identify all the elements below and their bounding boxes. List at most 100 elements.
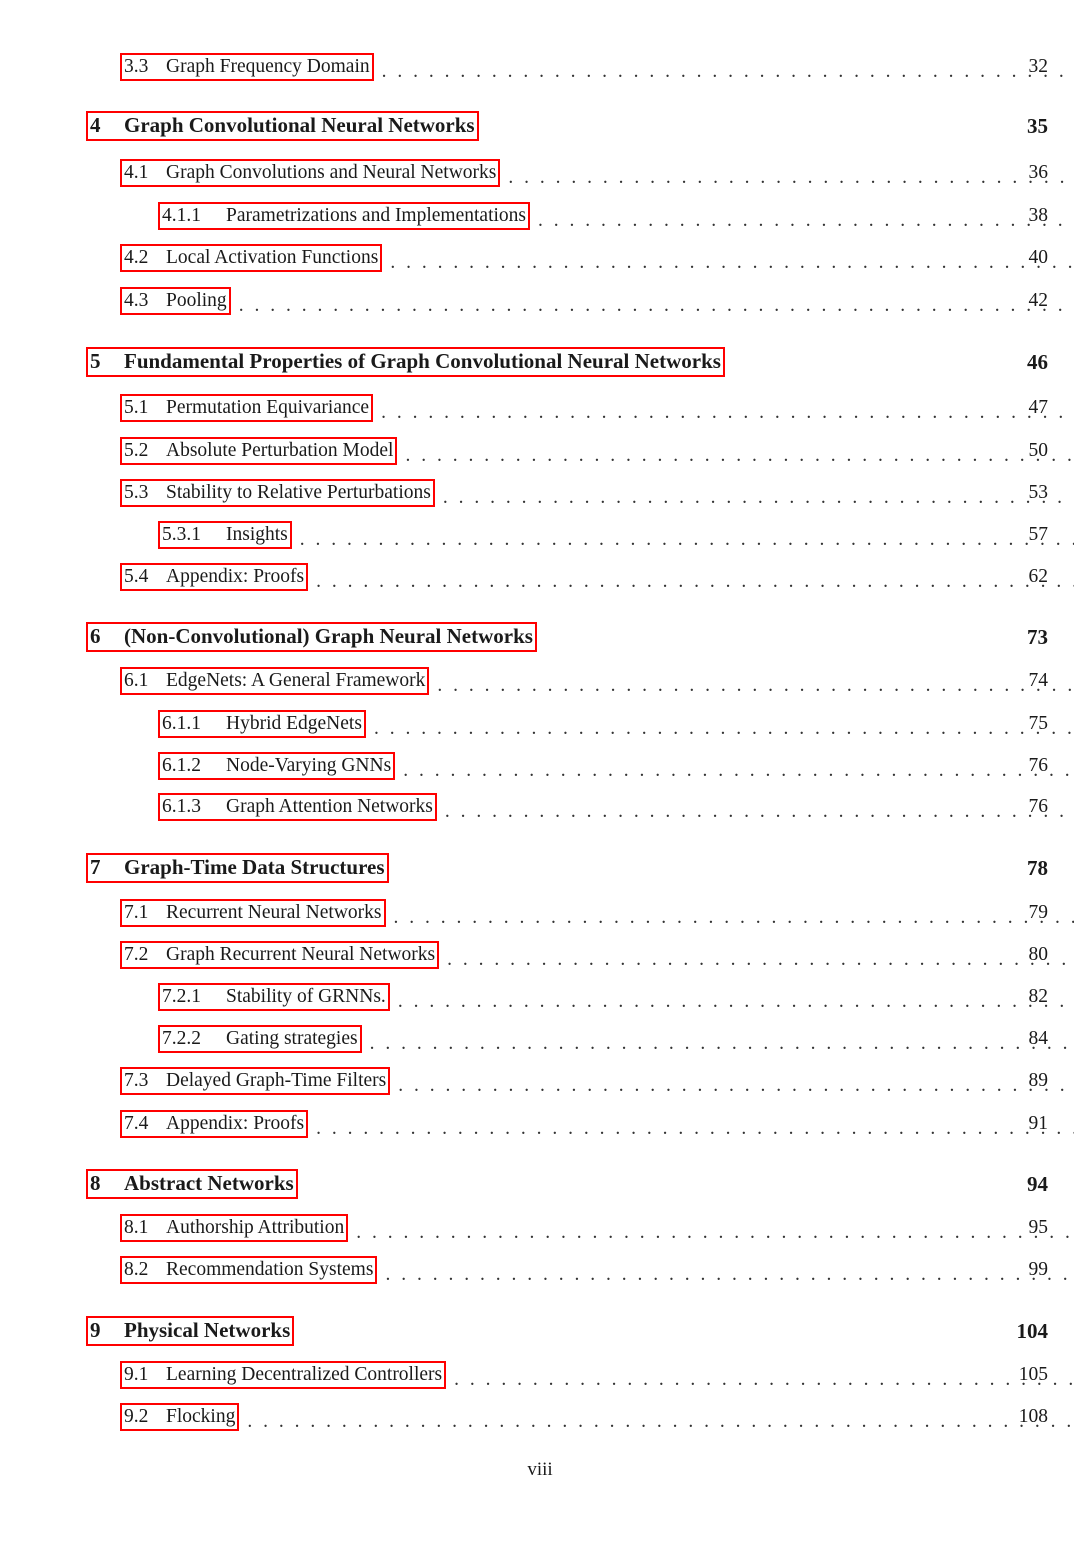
toc-entry-title: (Non-Convolutional) Graph Neural Network… <box>124 624 533 648</box>
toc-entry-title: Abstract Networks <box>124 1171 294 1195</box>
dot-leader <box>437 672 1074 698</box>
dot-leader <box>390 249 1074 275</box>
toc-entry-label-box[interactable]: 7.2 Graph Recurrent Neural Networks <box>120 940 440 970</box>
toc-entry-page-number: 95 <box>1028 1217 1049 1238</box>
toc-entry-6-1-3[interactable]: 6.1.3 Graph Attention Networks 76 <box>0 790 1080 824</box>
toc-entry-label-box[interactable]: 8 Abstract Networks <box>86 1169 298 1199</box>
toc-entry-label-box[interactable]: 6.1.3 Graph Attention Networks <box>158 792 437 822</box>
toc-entry-7-2-2[interactable]: 7.2.2 Gating strategies 84 <box>0 1022 1080 1056</box>
dot-leader <box>316 1115 1074 1141</box>
toc-entry-8-2[interactable]: 8.2 Recommendation Systems 99 <box>0 1253 1080 1287</box>
toc-entry-7-2[interactable]: 7.2 Graph Recurrent Neural Networks 80 <box>0 938 1080 972</box>
toc-entry-label-box[interactable]: 4.2 Local Activation Functions <box>120 243 383 273</box>
toc-entry-6-1[interactable]: 6.1 EdgeNets: A General Framework 74 <box>0 664 1080 698</box>
toc-entry-number: 3.3 <box>124 55 149 77</box>
toc-entry-label-box[interactable]: 7.3 Delayed Graph-Time Filters <box>120 1066 391 1096</box>
toc-entry-label-box[interactable]: 9.1 Learning Decentralized Controllers <box>120 1360 447 1390</box>
toc-entry-4-1-1[interactable]: 4.1.1 Parametrizations and Implementation… <box>0 199 1080 233</box>
toc-entry-number: 6.1.3 <box>162 795 201 817</box>
toc-entry-label-box[interactable]: 8.2 Recommendation Systems <box>120 1255 378 1285</box>
toc-entry-number: 8.1 <box>124 1216 149 1238</box>
toc-entry-label-box[interactable]: 7.4 Appendix: Proofs <box>120 1109 309 1139</box>
toc-entry-number: 6.1.2 <box>162 754 201 776</box>
toc-entry-label-box[interactable]: 4.3 Pooling <box>120 286 231 316</box>
toc-entry-label-box[interactable]: 6.1.1 Hybrid EdgeNets <box>158 709 366 739</box>
toc-entry-page-number: 32 <box>1028 56 1049 77</box>
toc-entry-label-box[interactable]: 9 Physical Networks <box>86 1316 295 1346</box>
toc-entry-7-3[interactable]: 7.3 Delayed Graph-Time Filters 89 <box>0 1064 1080 1098</box>
toc-entry-title: Learning Decentralized Controllers <box>166 1363 443 1385</box>
toc-entry-label-box[interactable]: 5.3 Stability to Relative Perturbations <box>120 478 435 508</box>
toc-entry-8[interactable]: 8 Abstract Networks 94 <box>0 1167 1080 1201</box>
toc-entry-label-box[interactable]: 7.2.2 Gating strategies <box>158 1024 362 1054</box>
toc-entry-title: Parametrizations and Implementations <box>226 204 526 226</box>
toc-entry-9-2[interactable]: 9.2 Flocking 108 <box>0 1400 1080 1434</box>
toc-entry-4-2[interactable]: 4.2 Local Activation Functions 40 <box>0 241 1080 275</box>
toc-entry-page-number: 79 <box>1028 902 1049 923</box>
toc-entry-8-1[interactable]: 8.1 Authorship Attribution 95 <box>0 1211 1080 1245</box>
toc-entry-number: 8 <box>90 1171 101 1195</box>
toc-entry-number: 4.2 <box>124 246 149 268</box>
toc-entry-9-1[interactable]: 9.1 Learning Decentralized Controllers 105 <box>0 1358 1080 1392</box>
toc-entry-7-4[interactable]: 7.4 Appendix: Proofs 91 <box>0 1107 1080 1141</box>
toc-entry-label-box[interactable]: 4 Graph Convolutional Neural Networks <box>86 111 479 141</box>
toc-entry-label-box[interactable]: 6.1 EdgeNets: A General Framework <box>120 666 430 696</box>
toc-entry-title: Absolute Perturbation Model <box>166 439 394 461</box>
toc-entry-9[interactable]: 9 Physical Networks 104 <box>0 1314 1080 1348</box>
dot-leader <box>381 399 1074 425</box>
dot-leader <box>394 904 1075 930</box>
toc-entry-number: 7.1 <box>124 901 149 923</box>
toc-entry-title: Stability to Relative Perturbations <box>166 481 431 503</box>
toc-entry-6[interactable]: 6 (Non-Convolutional) Graph Neural Networ… <box>0 620 1080 654</box>
toc-entry-page-number: 91 <box>1028 1113 1049 1134</box>
toc-entry-5-3[interactable]: 5.3 Stability to Relative Perturbations 53 <box>0 476 1080 510</box>
dot-leader <box>316 568 1074 594</box>
toc-entry-title: Appendix: Proofs <box>166 565 305 587</box>
toc-entry-5-1[interactable]: 5.1 Permutation Equivariance 47 <box>0 391 1080 425</box>
toc-entry-number: 4.1.1 <box>162 204 201 226</box>
toc-entry-4-1[interactable]: 4.1 Graph Convolutions and Neural Network… <box>0 156 1080 190</box>
toc-entry-label-box[interactable]: 9.2 Flocking <box>120 1402 240 1432</box>
toc-entry-6-1-2[interactable]: 6.1.2 Node-Varying GNNs 76 <box>0 749 1080 783</box>
toc-entry-label-box[interactable]: 7 Graph-Time Data Structures <box>86 853 389 883</box>
toc-entry-label-box[interactable]: 6 (Non-Convolutional) Graph Neural Networ… <box>86 622 537 652</box>
toc-entry-label-box[interactable]: 7.1 Recurrent Neural Networks <box>120 898 386 928</box>
toc-entry-page-number: 94 <box>1027 1172 1048 1196</box>
toc-entry-title: Hybrid EdgeNets <box>226 712 362 734</box>
toc-entry-label-box[interactable]: 4.1 Graph Convolutions and Neural Network… <box>120 158 501 188</box>
toc-entry-page-number: 105 <box>1018 1364 1048 1385</box>
toc-entry-4[interactable]: 4 Graph Convolutional Neural Networks 35 <box>0 109 1080 143</box>
toc-entry-label-box[interactable]: 5.4 Appendix: Proofs <box>120 562 309 592</box>
toc-entry-7-1[interactable]: 7.1 Recurrent Neural Networks 79 <box>0 896 1080 930</box>
toc-entry-5-4[interactable]: 5.4 Appendix: Proofs 62 <box>0 560 1080 594</box>
toc-entry-page-number: 76 <box>1028 755 1049 776</box>
toc-entry-label-box[interactable]: 5 Fundamental Properties of Graph Convolu… <box>86 347 725 377</box>
dot-leader <box>397 859 1074 885</box>
toc-entry-page-number: 62 <box>1028 566 1049 587</box>
toc-entry-title: Graph Convolutions and Neural Networks <box>166 161 497 183</box>
toc-entry-number: 7.2 <box>124 943 149 965</box>
toc-entry-number: 4.1 <box>124 161 149 183</box>
toc-entry-6-1-1[interactable]: 6.1.1 Hybrid EdgeNets 75 <box>0 707 1080 741</box>
toc-entry-page-number: 82 <box>1028 986 1049 1007</box>
toc-entry-label-box[interactable]: 7.2.1 Stability of GRNNs. <box>158 982 390 1012</box>
toc-entry-label-box[interactable]: 4.1.1 Parametrizations and Implementation… <box>158 201 530 231</box>
toc-entry-label-box[interactable]: 5.3.1 Insights <box>158 520 292 550</box>
toc-entry-label-box[interactable]: 6.1.2 Node-Varying GNNs <box>158 751 396 781</box>
toc-entry-label-box[interactable]: 3.3 Graph Frequency Domain <box>120 52 374 82</box>
table-of-contents-page: 3.3 Graph Frequency Domain 32 4 Graph Convol… <box>0 0 1080 1553</box>
toc-entry-title: Graph-Time Data Structures <box>124 855 385 879</box>
toc-entry-4-3[interactable]: 4.3 Pooling 42 <box>0 284 1080 318</box>
toc-entry-5[interactable]: 5 Fundamental Properties of Graph Convolu… <box>0 345 1080 379</box>
toc-entry-label-box[interactable]: 5.2 Absolute Perturbation Model <box>120 436 398 466</box>
toc-entry-label-box[interactable]: 5.1 Permutation Equivariance <box>120 393 374 423</box>
toc-entry-number: 5.2 <box>124 439 149 461</box>
toc-entry-7[interactable]: 7 Graph-Time Data Structures 78 <box>0 851 1080 885</box>
toc-entry-title: Pooling <box>166 289 227 311</box>
toc-entry-7-2-1[interactable]: 7.2.1 Stability of GRNNs. 82 <box>0 980 1080 1014</box>
toc-entry-title: Graph Attention Networks <box>226 795 433 817</box>
toc-entry-5-2[interactable]: 5.2 Absolute Perturbation Model 50 <box>0 434 1080 468</box>
toc-entry-3-3[interactable]: 3.3 Graph Frequency Domain 32 <box>0 50 1080 84</box>
toc-entry-label-box[interactable]: 8.1 Authorship Attribution <box>120 1213 349 1243</box>
toc-entry-5-3-1[interactable]: 5.3.1 Insights 57 <box>0 518 1080 552</box>
